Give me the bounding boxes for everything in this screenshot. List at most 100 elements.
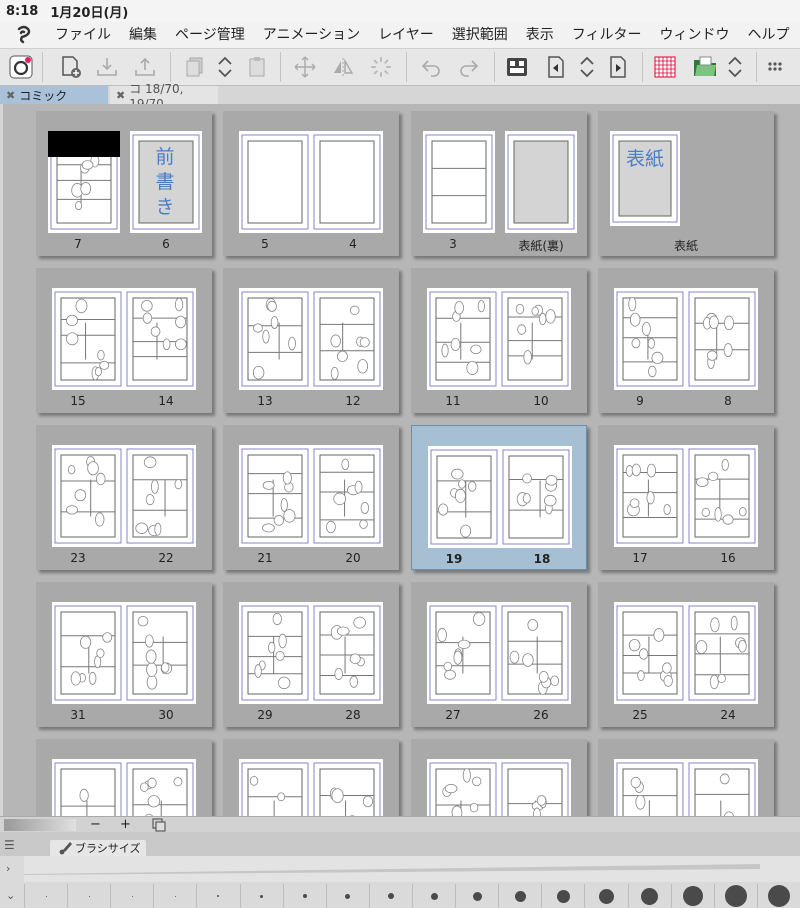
page-spread[interactable]: 11 10 [411, 268, 587, 413]
page-number: 24 [720, 708, 736, 722]
brush-size-option[interactable] [110, 884, 153, 908]
brush-size-option[interactable] [282, 884, 326, 908]
brush-size-list [24, 884, 800, 908]
brush-size-option[interactable] [153, 884, 196, 908]
export-icon[interactable] [130, 53, 160, 81]
chevron-down-icon[interactable]: ⌄ [6, 889, 15, 902]
menu-page-management[interactable]: ページ管理 [166, 22, 254, 48]
menu-edit[interactable]: 編集 [120, 22, 166, 48]
page-spread[interactable]: 15 14 [36, 268, 212, 413]
brush-size-option[interactable] [24, 884, 67, 908]
brush-size-option[interactable] [670, 884, 714, 908]
brush-size-option[interactable] [196, 884, 239, 908]
brush-stroke-preview [24, 864, 760, 875]
brush-size-palette: ☰ ブラシサイズ › ⌄ [0, 832, 800, 908]
menu-view[interactable]: 表示 [517, 22, 563, 48]
next-page-icon[interactable] [604, 53, 634, 81]
zoom-in-button[interactable]: + [120, 817, 131, 833]
brush-size-option[interactable] [67, 884, 110, 908]
brush-dot-icon [556, 889, 570, 903]
page-management-grid: 前書き 7 6 5 4 3 表紙(裏) 表紙 表紙 15 14 13 12 11 10 9 8 23 22 21 20 1… [0, 104, 800, 816]
zoom-out-button[interactable]: − [90, 817, 101, 833]
menu-selection[interactable]: 選択範囲 [443, 22, 517, 48]
page-spread[interactable]: 前書き 7 6 [36, 111, 212, 256]
page-spread[interactable] [598, 739, 774, 816]
menu-animation[interactable]: アニメーション [254, 22, 369, 48]
menu-filter[interactable]: フィルター [563, 22, 651, 48]
brush-size-option[interactable] [411, 884, 455, 908]
tab-pages[interactable]: ✖ コ 18/70, 19/70 [110, 82, 218, 111]
brush-dot-icon [472, 891, 482, 901]
page-spread[interactable]: 17 16 [598, 425, 774, 570]
undo-icon[interactable] [416, 53, 446, 81]
tab-comic[interactable]: ✖ コミック [0, 86, 108, 104]
status-time: 8:18 [6, 3, 39, 19]
page-number: 表紙(裏) [518, 239, 564, 253]
page-spread[interactable]: 3 表紙(裏) [411, 111, 587, 256]
page-thumbnail [427, 602, 571, 704]
page-spread[interactable]: 19 18 [411, 425, 587, 570]
page-up-down-icon[interactable] [210, 53, 240, 81]
brush-size-option[interactable] [584, 884, 627, 908]
page-spread[interactable]: 54 [223, 111, 399, 256]
brush-size-option[interactable] [713, 884, 757, 908]
clip-studio-logo-icon[interactable] [6, 53, 36, 81]
import-icon[interactable] [92, 53, 122, 81]
brush-size-option[interactable] [239, 884, 283, 908]
page-spread[interactable]: 31 30 [36, 582, 212, 727]
page-spread[interactable]: 表紙 表紙 [598, 111, 774, 256]
new-page-icon[interactable] [56, 53, 86, 81]
flip-icon[interactable] [328, 53, 358, 81]
brush-dot-icon [345, 893, 351, 899]
brush-dot-icon [430, 892, 438, 900]
palette-header: ☰ ブラシサイズ [0, 832, 800, 856]
brush-size-option[interactable] [325, 884, 369, 908]
menu-help[interactable]: ヘルプ [739, 22, 799, 48]
brush-size-option[interactable] [756, 884, 800, 908]
menu-window[interactable]: ウィンドウ [651, 22, 739, 48]
clip-studio-app-icon[interactable] [0, 22, 46, 48]
close-icon[interactable]: ✖ [116, 89, 125, 102]
page-spread[interactable]: 98 [598, 268, 774, 413]
brush-size-option[interactable] [498, 884, 541, 908]
grid-icon[interactable] [650, 53, 680, 81]
page-number: 19 [445, 552, 463, 566]
brush-dot-icon [724, 885, 747, 907]
tab-brush-size[interactable]: ブラシサイズ [50, 840, 146, 856]
paste-page-icon[interactable] [242, 53, 272, 81]
brush-size-option[interactable] [455, 884, 498, 908]
page-spread[interactable]: 29 28 [223, 582, 399, 727]
page-spread[interactable]: 23 22 [36, 425, 212, 570]
brush-size-option[interactable] [541, 884, 584, 908]
move-icon[interactable] [290, 53, 320, 81]
palette-menu-icon[interactable]: ☰ [4, 838, 15, 852]
page-spread[interactable]: 13 12 [223, 268, 399, 413]
fit-icon[interactable] [152, 817, 166, 833]
zoom-slider[interactable] [4, 819, 76, 831]
more-icon[interactable] [760, 53, 790, 81]
brush-dot-icon [682, 886, 703, 906]
brush-size-option[interactable] [627, 884, 671, 908]
open-folder-icon[interactable] [690, 53, 720, 81]
page-spread[interactable]: 21 20 [223, 425, 399, 570]
chevron-right-icon[interactable]: › [6, 862, 10, 875]
page-spread[interactable] [411, 739, 587, 816]
duplicate-page-icon[interactable] [180, 53, 210, 81]
page-spread[interactable] [36, 739, 212, 816]
menu-file[interactable]: ファイル [46, 22, 120, 48]
folder-nav-icon[interactable] [720, 53, 750, 81]
redo-icon[interactable] [454, 53, 484, 81]
palette-title: ブラシサイズ [75, 842, 141, 855]
page-layout-icon[interactable] [502, 53, 532, 81]
canvas-tabs: ✖ コミック ✖ コ 18/70, 19/70 [0, 82, 800, 111]
close-icon[interactable]: ✖ [6, 89, 15, 102]
brush-dot-icon [217, 895, 220, 897]
page-nav-icon[interactable] [572, 53, 602, 81]
brush-size-option[interactable] [368, 884, 412, 908]
page-number: 3 [449, 237, 457, 251]
prev-page-icon[interactable] [540, 53, 570, 81]
page-spread[interactable] [223, 739, 399, 816]
menu-layer[interactable]: レイヤー [369, 22, 443, 48]
page-spread[interactable]: 27 26 [411, 582, 587, 727]
page-spread[interactable]: 25 24 [598, 582, 774, 727]
